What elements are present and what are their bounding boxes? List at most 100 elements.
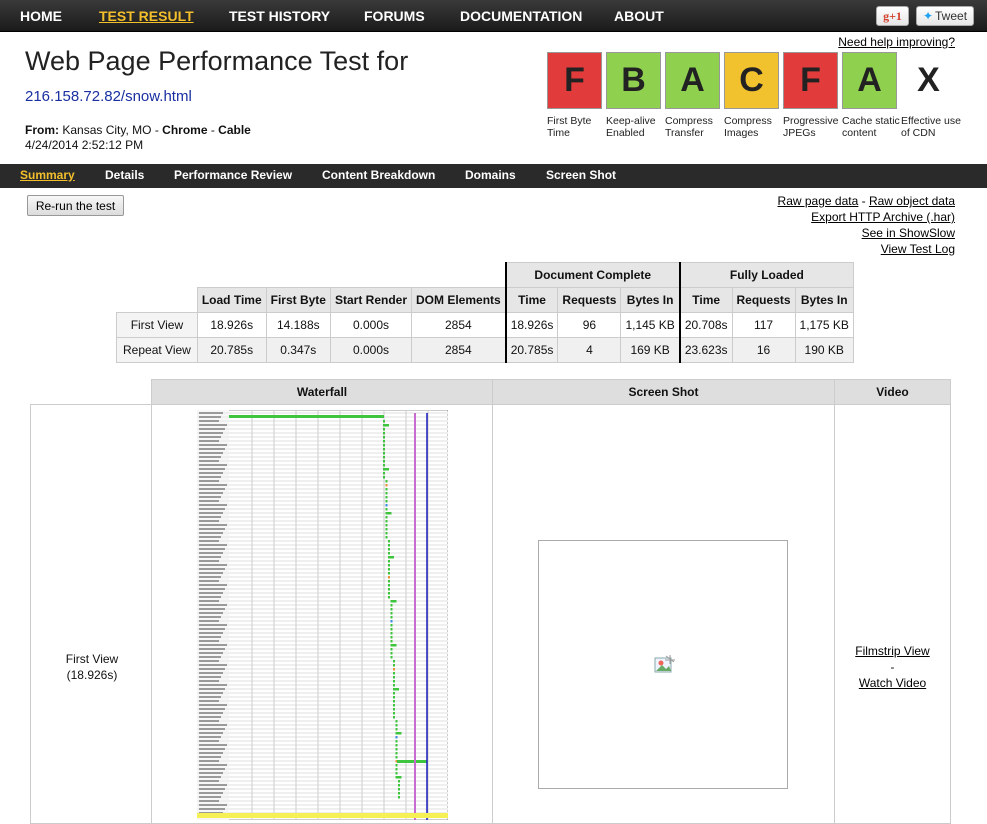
waterfall-bar [393, 716, 395, 719]
waterfall-bar [383, 436, 385, 439]
waterfall-row-label [199, 572, 223, 574]
waterfall-bar [385, 504, 388, 507]
nav-test-history[interactable]: TEST HISTORY [229, 8, 330, 24]
waterfall-row-label [199, 636, 221, 638]
tweet-label: Tweet [935, 9, 968, 23]
grade-box[interactable]: F [783, 52, 838, 109]
waterfall-row-label [199, 568, 225, 570]
waterfall-bar [393, 676, 395, 679]
table-row: Repeat View 20.785s 0.347s 0.000s 2854 20.785… [116, 337, 854, 363]
waterfall-row-label [199, 464, 227, 466]
waterfall-bar [395, 724, 398, 727]
waterfall-row-stripe [197, 464, 448, 466]
waterfall-row-stripe [197, 668, 448, 670]
nav-test-result[interactable]: TEST RESULT [99, 8, 194, 24]
waterfall-bar [383, 444, 385, 447]
grade-label: Effective use of CDN [901, 115, 961, 139]
from-location: Kansas City, MO [62, 123, 152, 137]
waterfall-row-label [199, 480, 219, 482]
grade-box[interactable]: A [665, 52, 720, 109]
waterfall-row-stripe [197, 548, 448, 550]
waterfall-row-label [199, 412, 223, 414]
waterfall-row-label [199, 604, 227, 606]
showslow-link[interactable]: See in ShowSlow [862, 226, 955, 240]
test-log-link[interactable]: View Test Log [881, 242, 955, 256]
waterfall-row-label [199, 588, 225, 590]
waterfall-row-label [199, 424, 227, 426]
waterfall-bar [388, 592, 390, 595]
waterfall-row-label [199, 680, 219, 682]
grade-box[interactable]: B [606, 52, 661, 109]
waterfall-row-label [199, 436, 221, 438]
raw-object-data-link[interactable]: Raw object data [869, 194, 955, 208]
export-har-link[interactable]: Export HTTP Archive (.har) [811, 210, 955, 224]
waterfall-row-label [199, 700, 219, 702]
waterfall-row-label [199, 724, 227, 726]
waterfall-row-stripe [197, 468, 448, 470]
broken-image-icon [654, 655, 675, 673]
waterfall-row-stripe [197, 508, 448, 510]
waterfall-row-stripe [197, 600, 448, 602]
test-date: 4/24/2014 2:52:12 PM [25, 138, 144, 152]
tab-domains[interactable]: Domains [465, 168, 516, 182]
waterfall-row-stripe [197, 588, 448, 590]
waterfall-row-label [199, 684, 227, 686]
waterfall-bar [395, 736, 398, 739]
waterfall-row-label [199, 732, 223, 734]
waterfall-row-label [199, 496, 221, 498]
waterfall-row-label [199, 728, 225, 730]
waterfall-row-label [199, 560, 219, 562]
waterfall-row-label [199, 468, 225, 470]
waterfall-row-label [199, 492, 223, 494]
waterfall-row-label [199, 520, 219, 522]
rerun-test-button[interactable]: Re-run the test [27, 195, 124, 216]
raw-page-data-link[interactable]: Raw page data [778, 194, 859, 208]
tab-performance-review[interactable]: Performance Review [174, 168, 292, 182]
waterfall-bar [385, 520, 388, 523]
help-improving-link[interactable]: Need help improving? [838, 35, 955, 49]
from-label: From: [25, 123, 59, 137]
waterfall-row-stripe [197, 536, 448, 538]
waterfall-row-label [199, 580, 219, 582]
grade-box[interactable]: C [724, 52, 779, 109]
waterfall-bar [390, 624, 393, 627]
waterfall-row-stripe [197, 560, 448, 562]
screenshot-frame[interactable] [538, 540, 788, 789]
tab-summary[interactable]: Summary [20, 168, 75, 182]
tab-content-breakdown[interactable]: Content Breakdown [322, 168, 435, 182]
waterfall-bar [395, 748, 398, 751]
filmstrip-view-link[interactable]: Filmstrip View [835, 643, 950, 659]
waterfall-chart[interactable] [197, 410, 448, 820]
waterfall-row-label [199, 712, 223, 714]
watch-video-link[interactable]: Watch Video [835, 675, 950, 691]
waterfall-row-label [199, 440, 219, 442]
google-plus-button[interactable]: g+1 [876, 6, 909, 26]
waterfall-row-label [199, 484, 227, 486]
grade-box[interactable]: A [842, 52, 897, 109]
tab-details[interactable]: Details [105, 168, 144, 182]
waterfall-row-label [199, 672, 223, 674]
nav-about[interactable]: ABOUT [614, 8, 664, 24]
table-cell: 4 [557, 337, 622, 363]
waterfall-row-label [199, 548, 225, 550]
grade-box[interactable]: X [901, 52, 956, 109]
nav-home[interactable]: HOME [20, 8, 62, 24]
waterfall-bar [395, 728, 398, 731]
tweet-button[interactable]: ✦ Tweet [916, 6, 974, 26]
waterfall-bar [390, 640, 393, 643]
row-label: First View [116, 312, 198, 338]
waterfall-row-stripe [197, 656, 448, 658]
waterfall-row-stripe [197, 692, 448, 694]
nav-forums[interactable]: FORUMS [364, 8, 425, 24]
tab-screen-shot[interactable]: Screen Shot [546, 168, 616, 182]
waterfall-bar [383, 464, 385, 467]
waterfall-row-label [199, 540, 219, 542]
waterfall-row-stripe [197, 632, 448, 634]
waterfall-bar [383, 440, 385, 443]
waterfall-row-label [199, 592, 223, 594]
waterfall-bar [383, 468, 389, 471]
nav-documentation[interactable]: DOCUMENTATION [460, 8, 582, 24]
grade-box[interactable]: F [547, 52, 602, 109]
waterfall-bar [390, 620, 393, 623]
waterfall-bar [390, 636, 393, 639]
